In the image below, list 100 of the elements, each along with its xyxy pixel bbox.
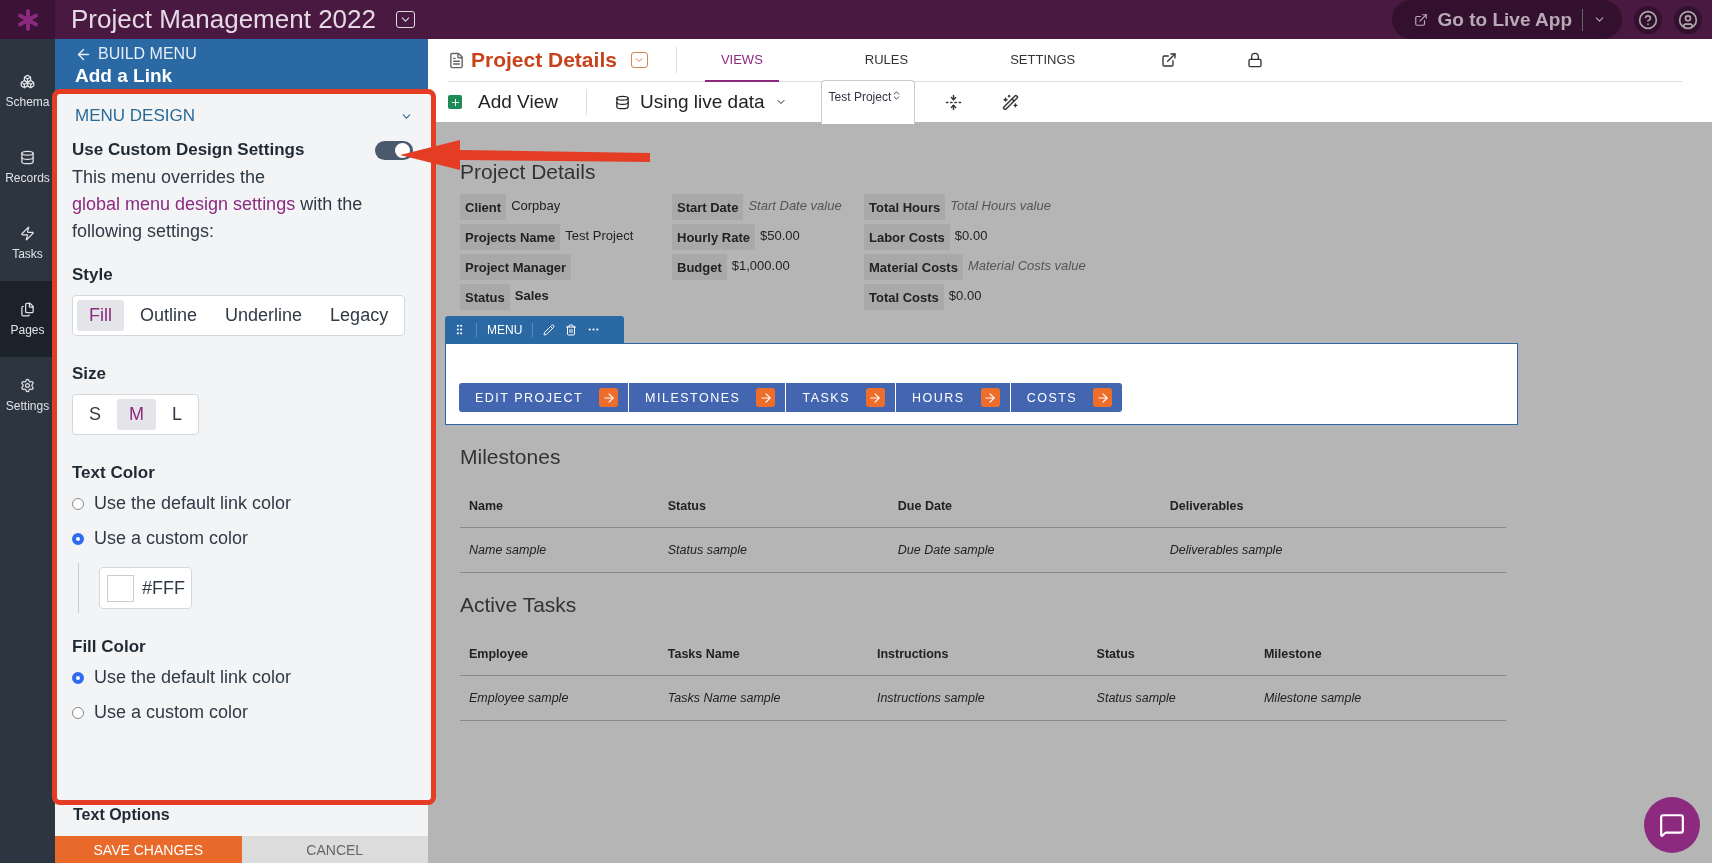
app-title: Project Management 2022 <box>71 4 376 35</box>
table-cell: Due Date sample <box>888 527 1161 573</box>
color-field[interactable]: #FFF <box>99 567 192 609</box>
page-dropdown-button[interactable] <box>630 52 648 68</box>
cancel-button[interactable]: CANCEL <box>241 836 428 863</box>
arrow-right-icon <box>599 388 619 407</box>
field-label: Material Costs <box>864 254 963 280</box>
style-option[interactable]: Outline <box>128 300 210 331</box>
database-icon <box>20 149 35 165</box>
column-header: Due Date <box>888 485 1161 528</box>
arrow-right-icon <box>756 388 776 407</box>
go-to-live-app-button[interactable]: Go to Live App <box>1391 0 1622 39</box>
menu-link-button[interactable]: TASKS <box>786 383 896 412</box>
radio-button[interactable] <box>72 706 84 719</box>
fill-color-label: Fill Color <box>72 637 147 657</box>
field-value: $0.00 <box>954 227 988 243</box>
radio-label[interactable]: Use a custom color <box>94 528 249 549</box>
column-header: Employee <box>460 633 659 676</box>
chat-button[interactable] <box>1644 797 1700 853</box>
user-icon <box>1678 9 1698 30</box>
field-value: Total Hours value <box>950 197 1051 213</box>
style-option[interactable]: Fill <box>77 300 124 331</box>
build-menu-back-link[interactable]: BUILD MENU <box>75 45 197 63</box>
text-options-heading: Text Options <box>72 805 171 824</box>
record-select[interactable]: Test Project <box>820 80 915 124</box>
data-source-dropdown[interactable]: Using live data <box>614 91 787 113</box>
field-value: $0.00 <box>948 287 982 303</box>
style-option[interactable]: Underline <box>213 300 315 331</box>
cubes-icon <box>20 73 35 89</box>
table-cell: Deliverables sample <box>1160 527 1506 573</box>
nav-rail-item[interactable]: Tasks <box>0 205 55 281</box>
menu-link-button[interactable]: EDIT PROJECT <box>459 383 630 412</box>
column-header: Milestone <box>1254 633 1506 676</box>
field-label: Client <box>460 194 507 220</box>
global-settings-link[interactable]: global menu design settings <box>72 194 296 214</box>
radio-label[interactable]: Use a custom color <box>94 702 249 723</box>
page-tab[interactable]: VIEWS <box>704 38 779 82</box>
menu-link-button[interactable]: COSTS <box>1010 383 1123 412</box>
lock-icon <box>1247 52 1264 68</box>
field-label: Budget <box>672 254 727 280</box>
nav-rail-item[interactable]: Settings <box>0 357 55 433</box>
field-label: Hourly Rate <box>672 224 755 250</box>
arrow-right-icon <box>866 388 885 407</box>
page-tab[interactable]: RULES <box>848 38 925 82</box>
table-title: Active Tasks <box>460 593 578 617</box>
radio-button[interactable] <box>72 532 84 545</box>
help-icon <box>1638 9 1658 30</box>
field-label: Labor Costs <box>864 224 950 250</box>
arrow-right-icon <box>980 388 1000 407</box>
menu-label: MENU <box>476 322 534 337</box>
database-icon <box>614 94 630 110</box>
field-value: $50.00 <box>759 227 800 243</box>
magic-wand-icon[interactable] <box>1001 93 1019 111</box>
account-button[interactable] <box>1674 5 1702 34</box>
radio-button[interactable] <box>72 671 84 684</box>
open-external-button[interactable] <box>1161 52 1178 68</box>
menu-link-button[interactable]: MILESTONES <box>629 383 787 412</box>
field-value: Start Date value <box>748 197 842 213</box>
external-link-icon <box>1413 12 1428 27</box>
table-cell: Employee sample <box>460 675 659 721</box>
edit-icon[interactable] <box>543 323 556 336</box>
table-cell: Name sample <box>460 527 659 573</box>
radio-button[interactable] <box>72 497 84 510</box>
style-label: Style <box>72 265 114 285</box>
field-label: Status <box>460 284 510 310</box>
size-option[interactable]: S <box>77 399 113 430</box>
nav-rail-item[interactable]: Pages <box>0 281 55 357</box>
menu-link-button[interactable]: HOURS <box>896 383 1011 412</box>
delete-icon[interactable] <box>565 323 578 336</box>
nav-rail-item[interactable]: Records <box>0 129 55 205</box>
help-button[interactable] <box>1634 5 1662 34</box>
radio-label[interactable]: Use the default link color <box>94 667 292 688</box>
field-label: Total Hours <box>864 194 946 220</box>
align-icon[interactable] <box>944 93 962 111</box>
page-tab[interactable]: SETTINGS <box>994 38 1092 82</box>
style-option[interactable]: Legacy <box>318 300 401 331</box>
field-label: Projects Name <box>460 224 561 250</box>
field-value: Corpbay <box>511 197 561 213</box>
app-dropdown-button[interactable] <box>395 11 415 28</box>
size-option[interactable]: L <box>160 399 195 430</box>
add-view-button[interactable]: Add View <box>478 91 558 113</box>
nav-rail-item[interactable]: Schema <box>0 53 55 129</box>
column-header: Instructions <box>867 633 1088 676</box>
add-icon[interactable] <box>448 95 462 109</box>
field-label: Total Costs <box>864 284 944 310</box>
field-label: Project Manager <box>460 254 572 280</box>
custom-design-toggle[interactable] <box>375 140 413 160</box>
size-option[interactable]: M <box>117 399 156 430</box>
color-swatch[interactable] <box>107 574 134 602</box>
table-title: Milestones <box>460 445 562 469</box>
menu-design-section-header[interactable]: MENU DESIGN <box>72 102 417 130</box>
page-title: Project Details <box>471 48 617 72</box>
lock-button[interactable] <box>1247 52 1264 68</box>
table-cell: Status sample <box>658 527 889 573</box>
toggle-label: Use Custom Design Settings <box>72 140 305 160</box>
chat-icon <box>1659 812 1685 838</box>
settings-icon <box>20 377 35 393</box>
radio-label[interactable]: Use the default link color <box>94 493 292 514</box>
field-value: $1,000.00 <box>731 257 790 273</box>
table-cell: Tasks Name sample <box>658 675 868 721</box>
